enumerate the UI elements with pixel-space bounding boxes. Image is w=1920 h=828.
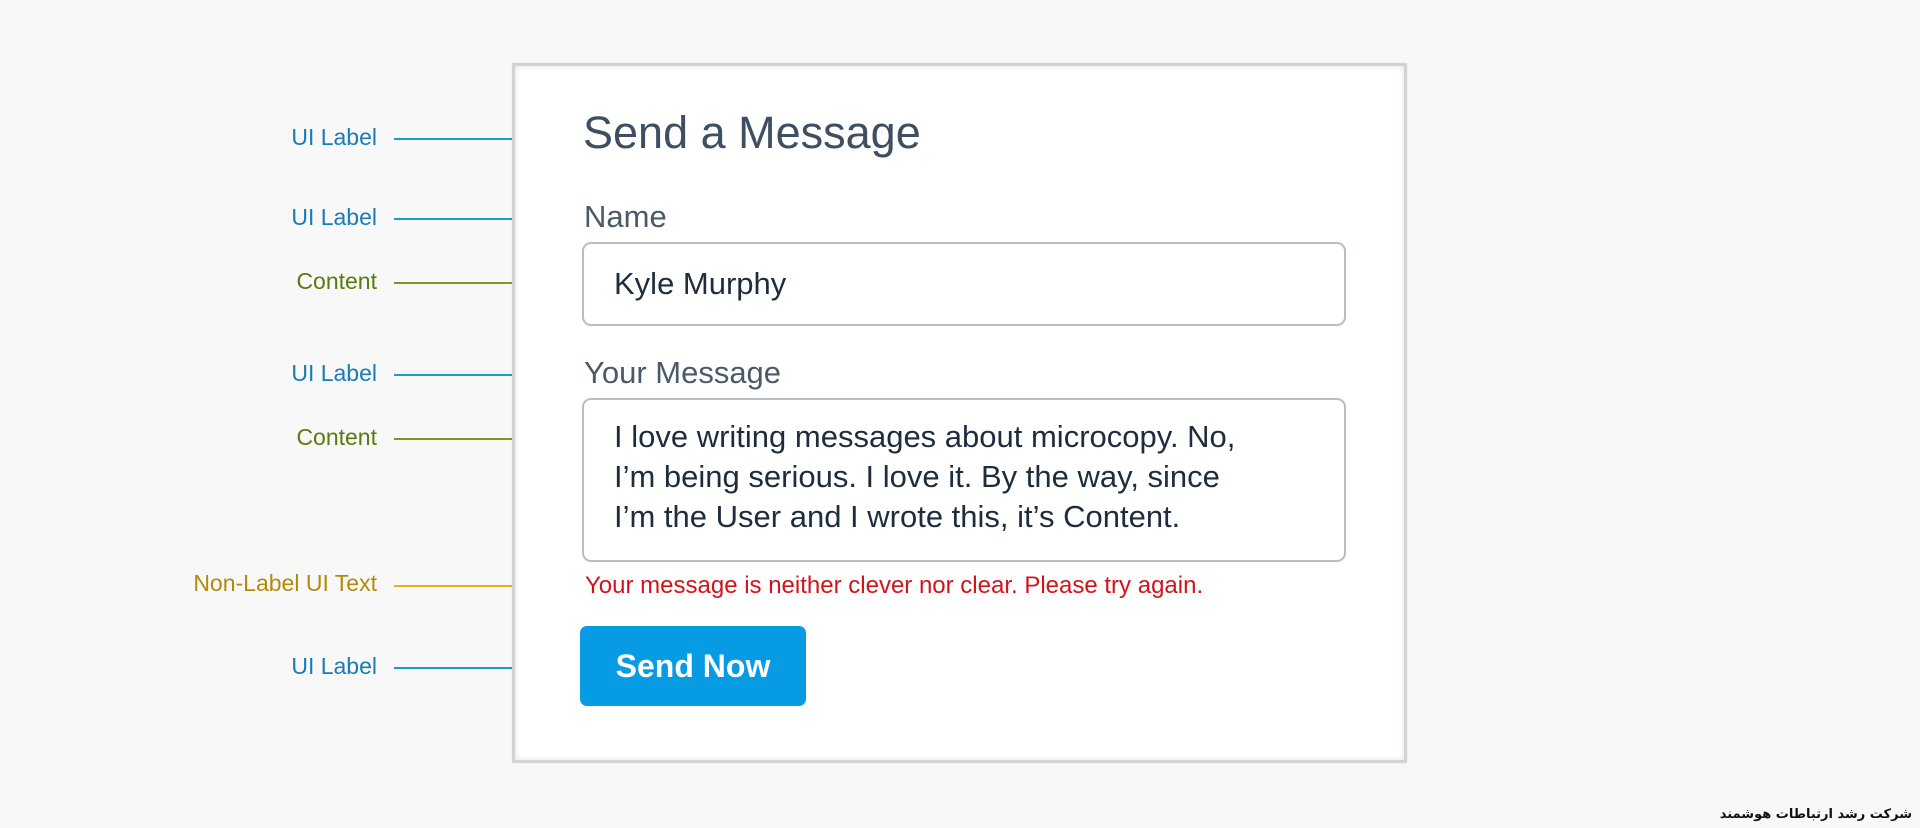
name-field-label: Name: [584, 199, 667, 234]
name-input[interactable]: Kyle Murphy: [582, 242, 1346, 326]
annotation-message-label: UI Label: [291, 360, 377, 386]
annotation-error-text: Non-Label UI Text: [193, 570, 377, 596]
message-textarea[interactable]: I love writing messages about microcopy.…: [582, 398, 1346, 562]
annotation-button-label: UI Label: [291, 653, 377, 679]
annotation-title-label: UI Label: [291, 124, 377, 150]
error-message: Your message is neither clever nor clear…: [585, 572, 1204, 599]
message-field-label: Your Message: [584, 355, 782, 390]
annotation-name-content: Content: [296, 268, 377, 294]
annotation-message-content: Content: [296, 424, 377, 450]
watermark-text: شرکت رشد ارتباطات هوشمند: [1719, 807, 1912, 822]
annotation-name-label: UI Label: [291, 204, 377, 230]
form-title: Send a Message: [583, 107, 921, 158]
send-now-button[interactable]: Send Now: [580, 626, 806, 706]
